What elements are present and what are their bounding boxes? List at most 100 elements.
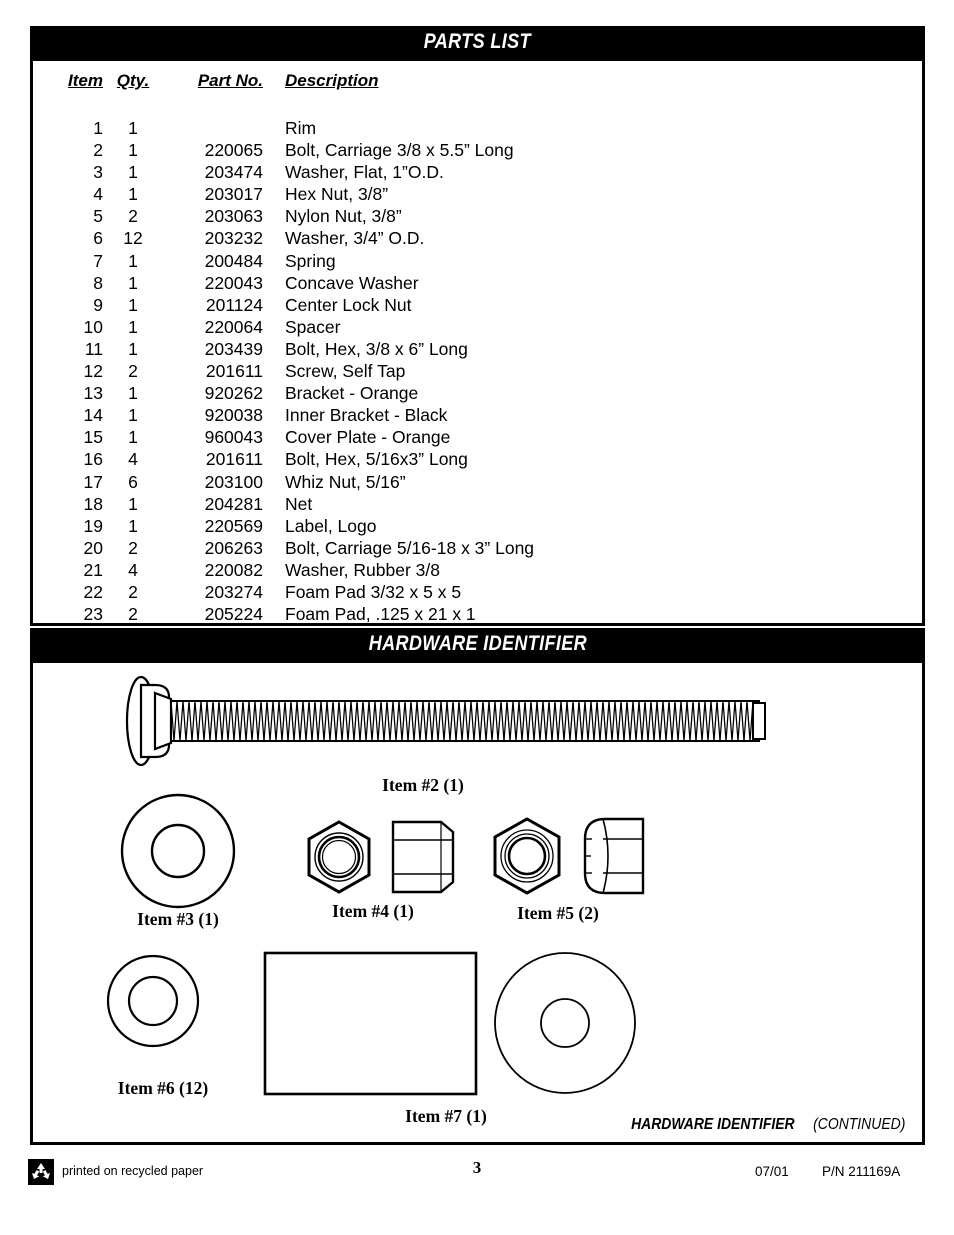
table-row: 6 12 203232 Washer, 3/4” O.D. [33, 229, 922, 251]
parts-list-banner-label: PARTS LIST [423, 30, 532, 53]
cell-qty: 1 [128, 184, 138, 205]
cell-item: 5 [93, 206, 103, 227]
table-row: 9 1 201124 Center Lock Nut [33, 294, 922, 318]
cell-qty: 12 [123, 228, 143, 249]
cell-item: 12 [83, 361, 103, 382]
table-row: 12 2 201611 Screw, Self Tap [33, 361, 922, 384]
cell-qty: 1 [128, 250, 138, 271]
cell-spacer [612, 296, 922, 318]
cell-item: 22 [83, 581, 103, 602]
cell-part-no: 203274 [204, 581, 263, 602]
cell-part-no: 205224 [204, 604, 263, 625]
cell-part-no: 204281 [204, 493, 263, 514]
carriage-bolt-figure [91, 675, 791, 767]
cell-item: 10 [83, 316, 103, 337]
cell-item: 16 [83, 449, 103, 470]
cell-qty: 1 [128, 140, 138, 161]
cell-item: 6 [93, 228, 103, 249]
cell-part-no: 201124 [205, 294, 263, 315]
cell-description: Hex Nut, 3/8” [285, 184, 389, 205]
small-washer-icon [106, 954, 200, 1048]
cell-description: Rim [285, 118, 317, 138]
cell-part-no: 220082 [204, 559, 263, 580]
cell-qty: 1 [128, 383, 138, 404]
cell-part-no: 220064 [204, 316, 263, 337]
cell-spacer [612, 318, 922, 340]
cell-description: Bracket - Orange [285, 383, 419, 404]
table-row: 3 1 203474 Washer, Flat, 1”O.D. [33, 163, 922, 185]
cell-item: 21 [83, 559, 103, 580]
carriage-bolt-icon [125, 675, 766, 767]
cell-qty: 1 [128, 515, 138, 536]
cell-part-no: 203063 [204, 206, 263, 227]
cell-qty: 1 [128, 427, 138, 448]
table-row: 14 1 920038 Inner Bracket - Black [33, 406, 922, 428]
cell-description: Spring [285, 250, 336, 271]
table-row: 16 4 201611 Bolt, Hex, 5/16x3” Long [33, 450, 922, 472]
cell-spacer [612, 495, 922, 517]
table-row: 22 2 203274 Foam Pad 3/32 x 5 x 5 [33, 581, 922, 605]
cell-part-no: 220043 [204, 272, 263, 293]
cell-item: 23 [83, 604, 103, 625]
table-row: 11 1 203439 Bolt, Hex, 3/8 x 6” Long [33, 338, 922, 362]
nylon-nut-icon [493, 817, 645, 895]
cell-qty: 2 [128, 206, 138, 227]
cell-part-no: 220569 [204, 515, 263, 536]
cell-qty: 1 [128, 118, 138, 138]
cell-item: 20 [83, 537, 103, 558]
cell-spacer [612, 340, 922, 362]
cell-item: 15 [83, 427, 103, 448]
cell-qty: 4 [128, 449, 138, 470]
cell-item: 4 [93, 184, 103, 205]
continued-suffix: (CONTINUED) [812, 1116, 905, 1133]
cell-description: Bolt, Carriage 3/8 x 5.5” Long [285, 140, 514, 161]
cell-description: Washer, Flat, 1”O.D. [285, 162, 444, 183]
flat-washer-icon [120, 793, 236, 909]
cell-qty: 1 [128, 405, 138, 426]
cell-spacer [612, 605, 922, 627]
cell-description: Washer, Rubber 3/8 [285, 559, 440, 580]
table-row: 20 2 206263 Bolt, Carriage 5/16-18 x 3” Lon… [33, 537, 922, 561]
cell-item: 1 [93, 118, 103, 138]
cell-description: Nylon Nut, 3/8” [285, 206, 402, 227]
cell-item: 19 [83, 515, 103, 536]
cell-spacer [612, 274, 922, 296]
cell-spacer [612, 539, 922, 561]
cell-item: 7 [93, 250, 103, 271]
cell-item: 13 [83, 383, 103, 404]
cell-description: Screw, Self Tap [285, 361, 406, 382]
table-row: 7 1 200484 Spring [33, 250, 922, 274]
table-row: 10 1 220064 Spacer [33, 316, 922, 340]
cell-part-no: 203017 [204, 184, 263, 205]
column-header-item: Item [68, 71, 103, 90]
cell-part-no: 920262 [204, 383, 263, 404]
cell-spacer [612, 362, 922, 384]
table-row: 4 1 203017 Hex Nut, 3/8” [33, 185, 922, 207]
cell-spacer [612, 561, 922, 583]
cell-description: Center Lock Nut [285, 294, 412, 315]
table-row: 18 1 204281 Net [33, 493, 922, 517]
hex-nut-icon [307, 820, 455, 894]
cell-item: 8 [93, 272, 103, 293]
cell-description: Foam Pad, .125 x 21 x 1 [285, 604, 476, 625]
table-row: 5 2 203063 Nylon Nut, 3/8” [33, 207, 922, 229]
table-row: 8 1 220043 Concave Washer [33, 272, 922, 296]
cell-description: Washer, 3/4” O.D. [285, 228, 425, 249]
cell-part-no: 203474 [204, 162, 263, 183]
cell-part-no [163, 119, 263, 141]
cell-item: 17 [83, 471, 103, 492]
cell-description: Label, Logo [285, 515, 377, 536]
cell-item: 18 [83, 493, 103, 514]
cell-item: 9 [93, 294, 103, 315]
cell-part-no: 206263 [204, 537, 263, 558]
cell-spacer [612, 229, 922, 251]
cell-qty: 2 [128, 581, 138, 602]
spring-figure [263, 951, 478, 1096]
cell-spacer [612, 252, 922, 274]
cell-part-no: 960043 [204, 427, 263, 448]
column-header-part-no: Part No. [197, 71, 263, 90]
cell-qty: 1 [128, 272, 138, 293]
cell-item: 3 [93, 162, 103, 183]
table-row: 15 1 960043 Cover Plate - Orange [33, 428, 922, 450]
cell-description: Bolt, Hex, 3/8 x 6” Long [285, 338, 468, 359]
